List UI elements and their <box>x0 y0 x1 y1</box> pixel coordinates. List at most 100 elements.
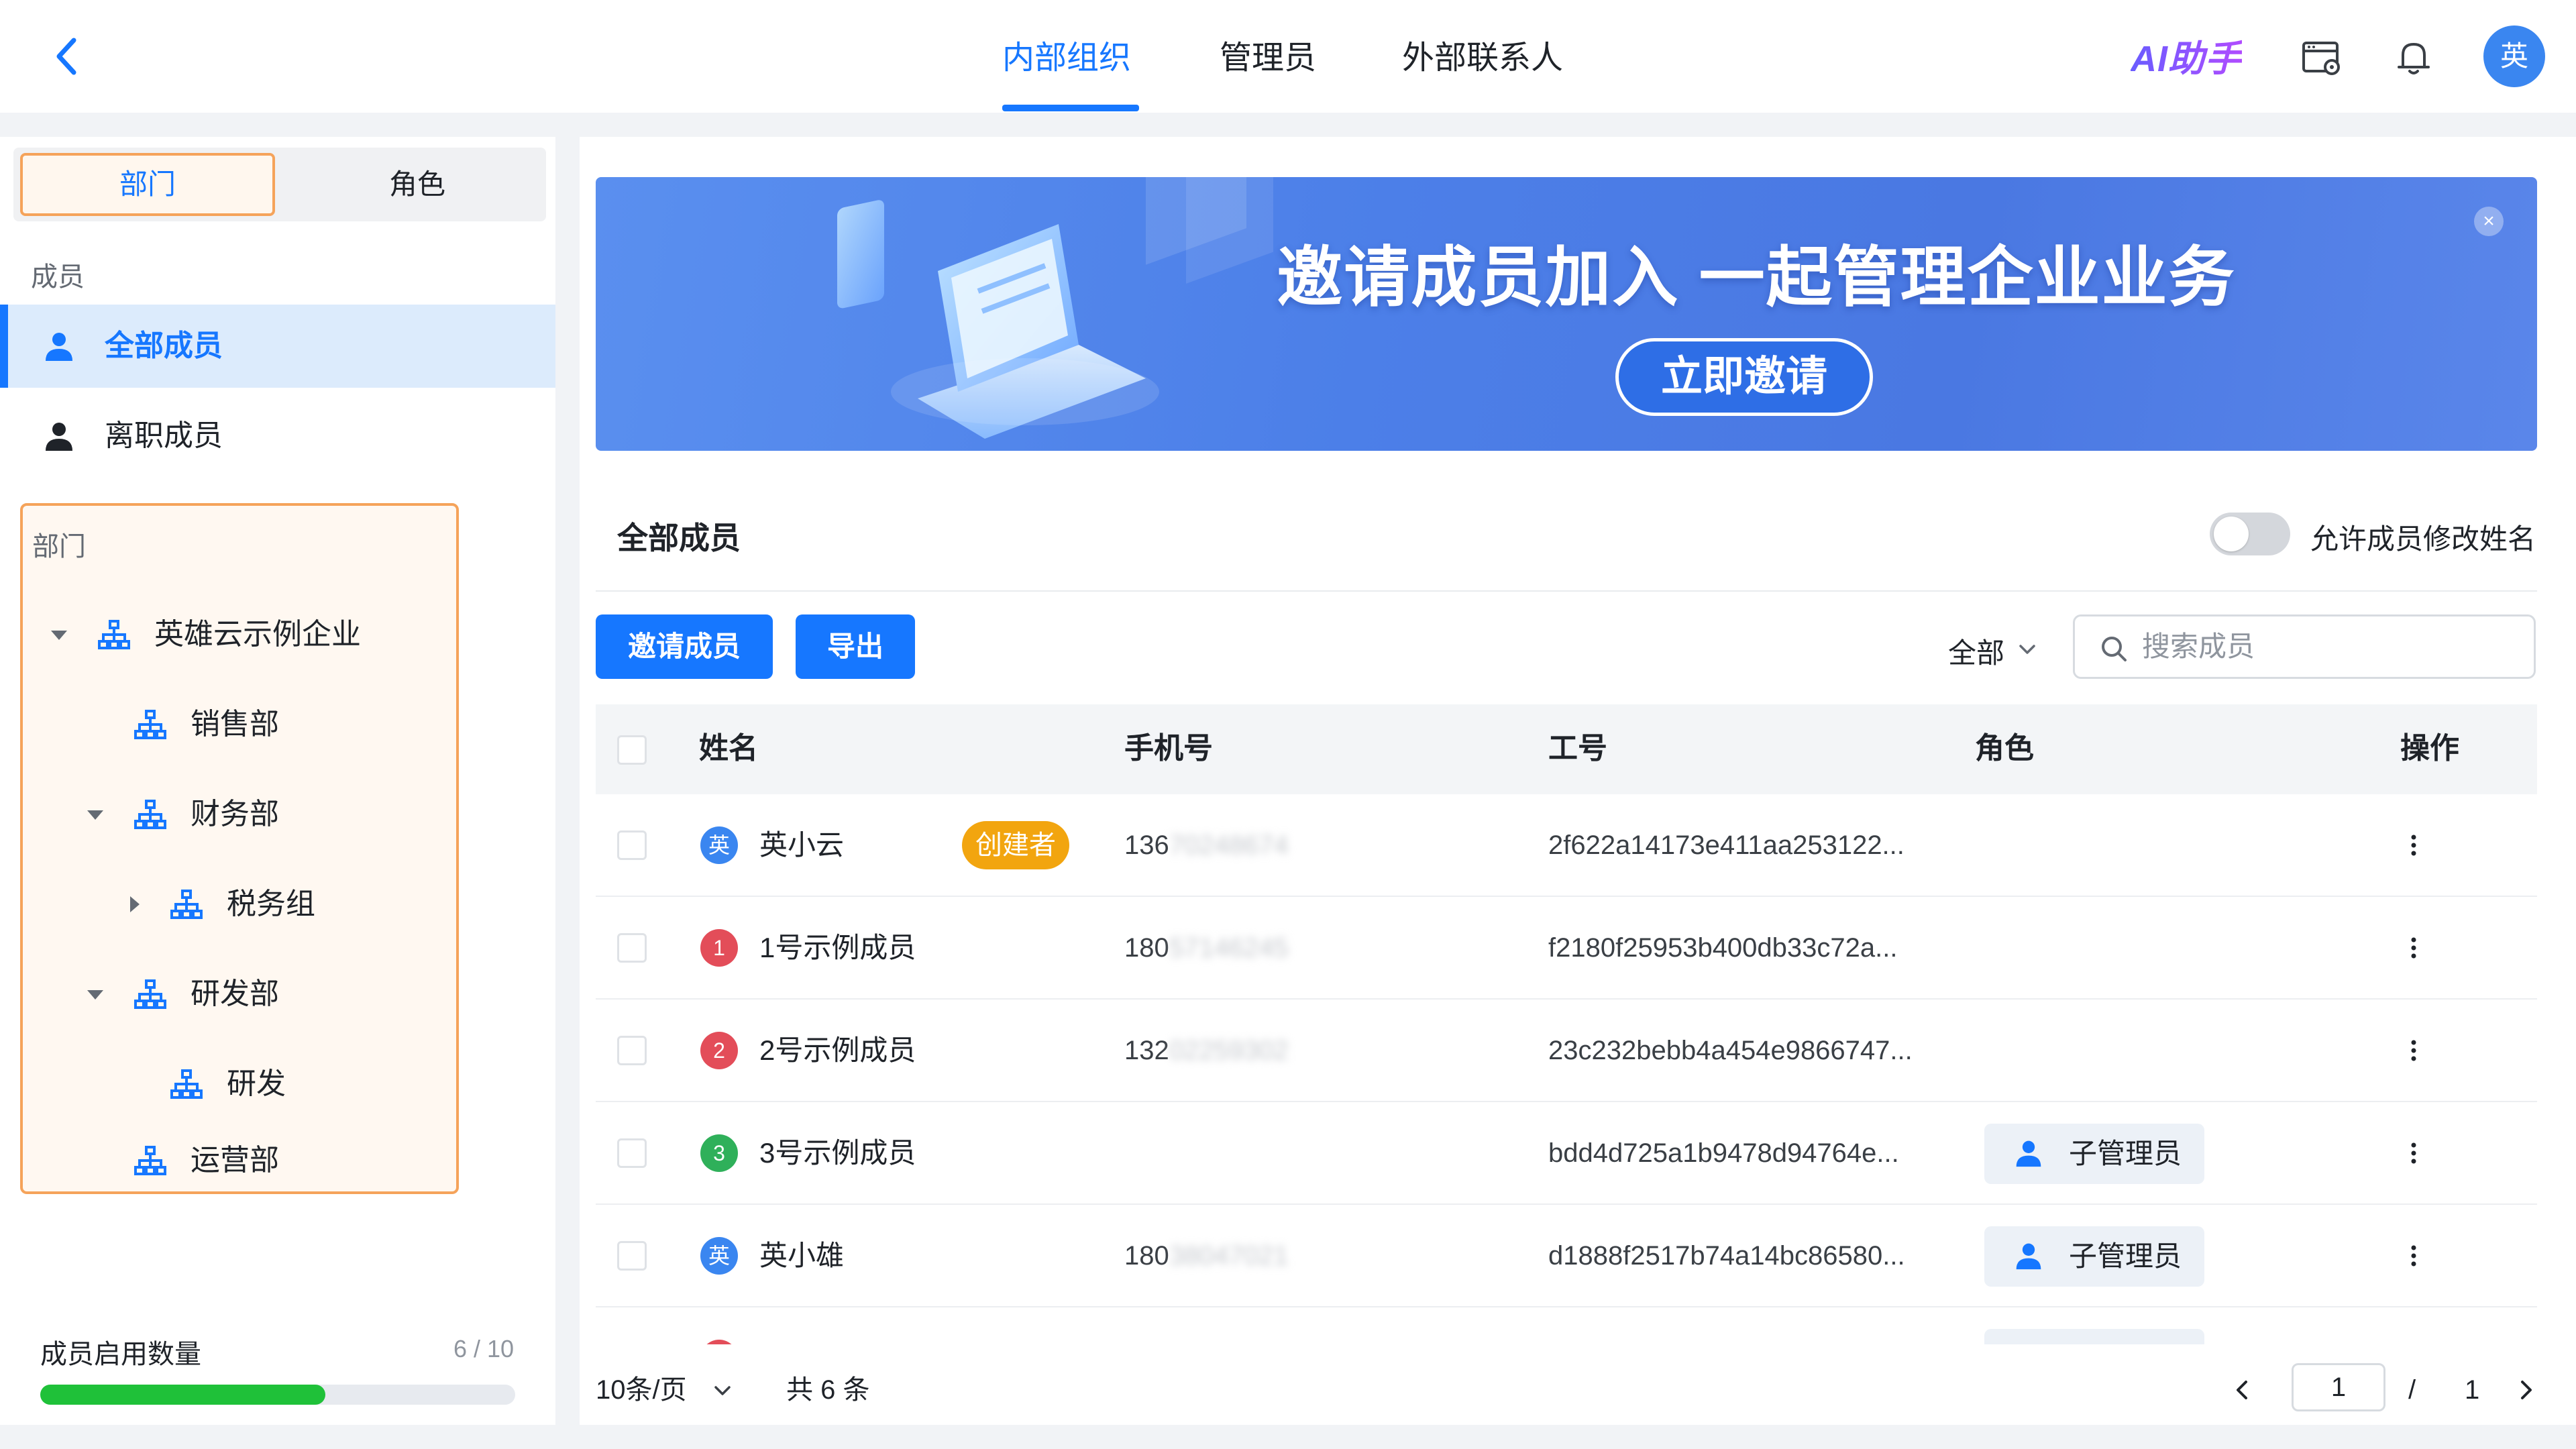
banner-title: 邀请成员加入 一起管理企业业务 <box>1277 240 2236 314</box>
member-quota-label: 成员启用数量 <box>40 1340 201 1369</box>
tree-node[interactable]: 英雄云示例企业 <box>23 608 452 661</box>
member-name: 英小云 <box>759 829 845 861</box>
org-chart-icon <box>134 979 166 1009</box>
avatar: 2 <box>700 1032 738 1069</box>
row-checkbox[interactable] <box>617 1241 647 1271</box>
chevron-left-icon[interactable] <box>2227 1370 2257 1410</box>
search-box <box>2073 614 2536 679</box>
search-input[interactable] <box>2142 626 2518 667</box>
allow-rename-toggle[interactable] <box>2210 513 2290 555</box>
user-avatar[interactable]: 英 <box>2483 25 2545 87</box>
ai-assistant-button[interactable]: AI助手 <box>2131 34 2242 85</box>
org-chart-icon <box>134 710 166 739</box>
caret-down-icon[interactable] <box>48 624 70 645</box>
tree-node-label: 研发部 <box>191 977 279 1010</box>
tab-internal-org[interactable]: 内部组织 <box>1002 35 1131 82</box>
close-icon[interactable]: × <box>2474 207 2504 236</box>
main-panel: 邀请成员加入 一起管理企业业务 立即邀请 × 全部成员 允许成员修改姓名 邀请成… <box>580 137 2576 1425</box>
row-checkbox[interactable] <box>617 933 647 963</box>
column-header-name: 姓名 <box>699 732 758 765</box>
member-phone: 13670248674 <box>1124 830 1289 860</box>
chevron-down-icon <box>714 1386 731 1395</box>
caret-down-icon[interactable] <box>85 804 106 825</box>
column-header-action: 操作 <box>2400 732 2459 765</box>
user-icon <box>46 333 72 361</box>
search-icon <box>2102 637 2127 661</box>
member-quota-progress <box>40 1385 515 1405</box>
invite-now-button[interactable]: 立即邀请 <box>1615 338 1873 416</box>
invite-banner[interactable]: 邀请成员加入 一起管理企业业务 立即邀请 × <box>596 177 2537 451</box>
total-pages: 1 <box>2465 1375 2480 1405</box>
export-button[interactable]: 导出 <box>796 614 915 679</box>
column-header-phone: 手机号 <box>1124 732 1213 765</box>
org-chart-icon <box>170 890 203 919</box>
member-quota-progress-fill <box>40 1385 325 1405</box>
tree-node-label: 销售部 <box>191 708 279 741</box>
member-phone: 18057146245 <box>1124 933 1289 963</box>
bell-icon[interactable] <box>2390 34 2438 82</box>
tree-node-label: 研发 <box>227 1067 286 1100</box>
table-row[interactable]: 英 英小雄 18038047021 d1888f2517b74a14bc8658… <box>596 1205 2537 1307</box>
caret-right-icon[interactable] <box>123 894 145 915</box>
more-actions-icon[interactable] <box>2398 1232 2430 1280</box>
segment-department[interactable]: 部门 <box>20 153 275 216</box>
tab-admins[interactable]: 管理员 <box>1220 35 1316 82</box>
more-actions-icon[interactable] <box>2398 1129 2430 1177</box>
column-header-role: 角色 <box>1975 732 2034 765</box>
caret-down-icon[interactable] <box>85 983 106 1005</box>
table-header: 姓名 手机号 工号 角色 操作 <box>596 704 2537 794</box>
tree-node[interactable]: 运营部 <box>23 1134 452 1187</box>
member-job-no: 23c232bebb4a454e9866747... <box>1548 1036 1913 1065</box>
member-name: 英小雄 <box>759 1240 845 1271</box>
tree-node[interactable]: 销售部 <box>23 698 452 751</box>
tree-node[interactable]: 财务部 <box>23 788 452 841</box>
row-checkbox[interactable] <box>617 830 647 860</box>
page-number-input[interactable] <box>2292 1363 2385 1411</box>
select-all-checkbox[interactable] <box>617 735 647 765</box>
row-checkbox[interactable] <box>617 1138 647 1168</box>
divider <box>596 590 2537 592</box>
top-bar: 内部组织 管理员 外部联系人 AI助手 英 <box>0 0 2576 113</box>
tree-node[interactable]: 研发 <box>23 1057 452 1111</box>
member-job-no: bdd4d725a1b9478d94764e... <box>1548 1138 1899 1168</box>
sidebar-item-all-members[interactable]: 全部成员 <box>0 305 555 388</box>
segment-role[interactable]: 角色 <box>290 153 545 216</box>
member-filter-select[interactable]: 全部 <box>1948 627 2055 669</box>
member-quota-count: 6 / 10 <box>453 1335 515 1362</box>
table-row[interactable]: 3 3号示例成员 bdd4d725a1b9478d94764e... 子管理员 <box>596 1102 2537 1205</box>
back-icon[interactable] <box>48 32 86 80</box>
more-actions-icon[interactable] <box>2398 821 2430 869</box>
creator-badge: 创建者 <box>962 821 1069 869</box>
member-job-no: f2180f25953b400db33c72a... <box>1548 933 1898 963</box>
tree-node-label: 英雄云示例企业 <box>154 618 361 651</box>
table-row[interactable] <box>596 1307 2537 1344</box>
table-row[interactable]: 1 1号示例成员 18057146245 f2180f25953b400db33… <box>596 897 2537 1000</box>
role-label: 子管理员 <box>2069 1240 2182 1272</box>
chevron-right-icon[interactable] <box>2512 1370 2541 1410</box>
filter-value: 全部 <box>1948 637 2005 669</box>
role-label: 子管理员 <box>2069 1138 2182 1169</box>
tree-node-label: 税务组 <box>227 888 315 920</box>
tree-node-label: 运营部 <box>191 1144 279 1177</box>
tab-external-contacts[interactable]: 外部联系人 <box>1402 35 1563 82</box>
avatar <box>700 1340 738 1344</box>
avatar: 1 <box>700 929 738 967</box>
table-row[interactable]: 2 2号示例成员 13202259302 23c232bebb4a454e986… <box>596 1000 2537 1102</box>
sidebar-item-former-members[interactable]: 离职成员 <box>0 394 555 478</box>
tree-node[interactable]: 研发部 <box>23 967 452 1021</box>
user-icon <box>2016 1243 2041 1270</box>
invite-members-button[interactable]: 邀请成员 <box>596 614 773 679</box>
member-name: 3号示例成员 <box>759 1137 916 1169</box>
table-row[interactable]: 英 英小云 创建者 13670248674 2f622a14173e411aa2… <box>596 794 2537 897</box>
row-checkbox[interactable] <box>617 1036 647 1065</box>
more-actions-icon[interactable] <box>2398 1026 2430 1075</box>
more-actions-icon[interactable] <box>2398 924 2430 972</box>
role-tag <box>1984 1329 2204 1344</box>
member-phone: 18038047021 <box>1124 1241 1289 1271</box>
org-chart-icon <box>134 800 166 829</box>
tree-node[interactable]: 税务组 <box>23 877 452 931</box>
admin-console-icon[interactable] <box>2297 34 2345 82</box>
org-chart-icon <box>98 620 130 649</box>
section-title: 全部成员 <box>617 521 741 555</box>
sidebar-item-label: 离职成员 <box>105 419 223 452</box>
